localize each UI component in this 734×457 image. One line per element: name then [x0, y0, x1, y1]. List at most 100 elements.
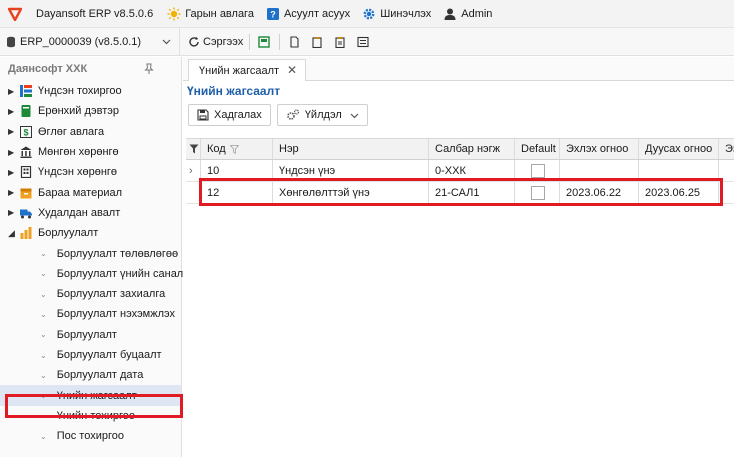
- sidebar-item-label: Борлуулалт дата: [56, 369, 144, 382]
- sidebar-item-label: Худалдан авалт: [38, 206, 121, 219]
- paste-special-icon: [335, 36, 345, 48]
- sidebar-highlight-box: [5, 394, 183, 418]
- sidebar-item-sales-entry[interactable]: ⌄ Борлуулалт: [0, 325, 181, 345]
- refresh-icon: [189, 36, 199, 47]
- sidebar-item-sales-quote[interactable]: ⌄ Борлуулалт үнийн санал: [0, 264, 184, 284]
- sidebar-item-sales-order[interactable]: ⌄ Борлуулалт захиалга: [0, 284, 181, 304]
- building-icon: [20, 166, 32, 179]
- tab-bar: Үнийн жагсаалт ✕: [183, 57, 734, 81]
- sidebar-item-label: Үндсэн тохиргоо: [38, 85, 122, 98]
- sidebar-item-sales-invoice[interactable]: ⌄ Борлуулалт нэхэмжлэх: [0, 304, 181, 324]
- sidebar-header: Даянсофт ХХК: [0, 57, 181, 81]
- svg-text:?: ?: [270, 9, 276, 19]
- column-header-start-date[interactable]: Эхлэх огноо: [560, 139, 639, 159]
- chevron-down-icon: ⌄: [40, 350, 47, 360]
- save-label: Хадгалах: [214, 109, 262, 121]
- sidebar-item-fixed-assets[interactable]: ▶ Үндсэн хөрөнгө: [0, 162, 181, 182]
- collapse-arrow-icon[interactable]: ◢: [8, 228, 16, 239]
- column-header-code[interactable]: Код: [201, 139, 273, 159]
- sidebar-item-sales-return[interactable]: ⌄ Борлуулалт буцаалт: [0, 345, 181, 365]
- sun-icon: [167, 7, 181, 20]
- help-icon: ?: [266, 7, 279, 20]
- expand-arrow-icon[interactable]: ▶: [8, 208, 16, 217]
- toolbar-divider: [249, 33, 251, 50]
- settings-grid-icon: [20, 85, 32, 98]
- sidebar-item-label: Борлуулалт: [38, 227, 99, 240]
- sidebar-item-label: Пос тохиргоо: [56, 430, 124, 443]
- sidebar-item-purchases[interactable]: ▶ Худалдан авалт: [0, 203, 181, 223]
- sidebar-item-general-ledger[interactable]: ▶ Ерөнхий дэвтэр: [0, 101, 181, 121]
- menu-update[interactable]: Шинэчлэх: [362, 7, 431, 21]
- column-header-branch[interactable]: Салбар нэгж: [429, 139, 515, 159]
- list-icon: [357, 36, 369, 47]
- sidebar-item-sales-data[interactable]: ⌄ Борлуулалт дата: [0, 365, 181, 385]
- menu-guide[interactable]: Гарын авлага: [167, 7, 254, 21]
- database-select[interactable]: ERP_0000039 (v8.5.0.1): [0, 27, 180, 56]
- user-icon: [444, 8, 456, 20]
- expand-arrow-icon[interactable]: ▶: [8, 168, 16, 177]
- sidebar-item-main-settings[interactable]: ▶ Үндсэн тохиргоо: [0, 81, 181, 101]
- sidebar-item-label: Борлуулалт буцаалт: [56, 349, 162, 361]
- sidebar-item-label: Ерөнхий дэвтэр: [38, 105, 120, 118]
- column-header-default[interactable]: Default: [515, 139, 560, 159]
- menu-guide-label: Гарын авлага: [185, 7, 254, 20]
- expand-arrow-icon[interactable]: ▶: [8, 87, 16, 96]
- sidebar-item-payables-receivables[interactable]: ▶ $ Өглөг авлага: [0, 122, 181, 142]
- expand-arrow-icon[interactable]: ▶: [8, 107, 16, 116]
- company-name: Даянсофт ХХК: [8, 63, 88, 75]
- layout-button[interactable]: [258, 32, 273, 52]
- sidebar-item-label: Үндсэн хөрөнгө: [38, 166, 118, 179]
- refresh-label: Сэргээх: [203, 35, 244, 48]
- tab-price-list[interactable]: Үнийн жагсаалт ✕: [188, 59, 306, 81]
- main-toolbar: ERP_0000039 (v8.5.0.1) Сэргээх: [0, 27, 734, 56]
- action-bar: Хадгалах Үйлдэл: [188, 104, 374, 126]
- expand-arrow-icon[interactable]: ▶: [8, 148, 16, 157]
- database-label: ERP_0000039 (v8.5.0.1): [20, 35, 142, 48]
- column-header-more[interactable]: Эз: [719, 139, 734, 159]
- filter-icon[interactable]: [186, 139, 201, 159]
- menu-update-label: Шинэчлэх: [380, 7, 432, 20]
- expand-arrow-icon[interactable]: ▶: [8, 188, 16, 197]
- sidebar-item-label: Борлуулалт үнийн санал: [56, 267, 184, 280]
- chevron-down-icon: ⌄: [40, 249, 47, 259]
- paste-special-button[interactable]: [334, 32, 349, 52]
- layout-icon: [258, 35, 270, 48]
- tab-label: Үнийн жагсаалт: [199, 64, 280, 77]
- column-filter-icon[interactable]: [229, 144, 239, 154]
- sales-chart-icon: [20, 227, 32, 240]
- chevron-down-icon: ⌄: [40, 431, 47, 441]
- chevron-down-icon: ⌄: [40, 309, 47, 319]
- pin-icon[interactable]: [143, 63, 155, 75]
- sidebar-item-inventory[interactable]: ▶ Бараа материал: [0, 182, 181, 202]
- refresh-button[interactable]: Сэргээх: [188, 32, 243, 52]
- list-view-button[interactable]: [357, 32, 372, 52]
- sidebar-item-cash[interactable]: ▶ Мөнгөн хөрөнгө: [0, 142, 181, 162]
- sidebar-item-sales-plan[interactable]: ⌄ Борлуулалт төлөвлөгөө: [0, 243, 181, 263]
- save-icon: [197, 109, 209, 121]
- default-checkbox[interactable]: [531, 163, 545, 178]
- sidebar-item-sales[interactable]: ◢ Борлуулалт: [0, 223, 181, 243]
- chevron-down-icon: ⌄: [40, 289, 47, 299]
- sidebar-item-pos-settings[interactable]: ⌄ Пос тохиргоо: [0, 426, 181, 446]
- save-button[interactable]: Хадгалах: [188, 104, 271, 126]
- action-label: Үйлдэл: [304, 109, 342, 121]
- close-icon[interactable]: ✕: [287, 63, 297, 77]
- column-header-end-date[interactable]: Дуусах огноо: [639, 139, 719, 159]
- menu-ask-question[interactable]: ? Асуулт асуух: [266, 7, 350, 21]
- column-header-name[interactable]: Нэр: [273, 139, 429, 159]
- action-dropdown-button[interactable]: Үйлдэл: [276, 104, 368, 126]
- bank-icon: [20, 146, 32, 159]
- menu-user[interactable]: Admin: [443, 7, 492, 21]
- chevron-down-icon: ⌄: [40, 269, 47, 279]
- sidebar-item-label: Борлуулалт нэхэмжлэх: [56, 308, 176, 321]
- ledger-icon: [21, 105, 31, 118]
- paste-button[interactable]: [311, 32, 326, 52]
- database-icon: [7, 36, 15, 47]
- truck-icon: [20, 209, 32, 219]
- gears-icon: [287, 109, 299, 120]
- grid-header-row: Код Нэр Салбар нэгж Default Эхлэх огноо …: [186, 138, 734, 160]
- chevron-down-icon: [350, 113, 359, 118]
- expand-arrow-icon[interactable]: ▶: [8, 127, 16, 136]
- sidebar-item-label: Бараа материал: [38, 186, 123, 199]
- copy-button[interactable]: [288, 32, 303, 52]
